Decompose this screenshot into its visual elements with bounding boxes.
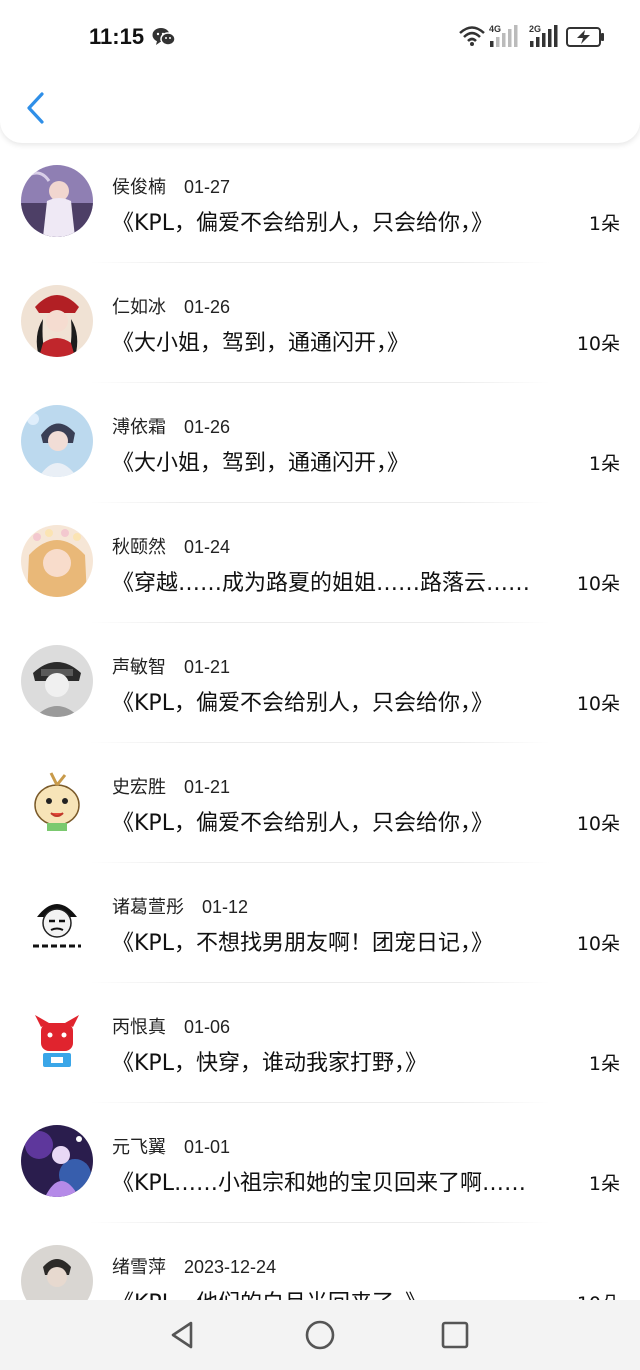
square-recents-icon — [441, 1321, 469, 1349]
gift-date: 01-12 — [202, 897, 249, 917]
wechat-icon — [152, 28, 176, 46]
gift-date: 01-21 — [184, 657, 231, 677]
list-item[interactable]: 溥依霜 01-26 《大小姐，驾到，通通闪开，》 1朵 — [0, 383, 640, 503]
triangle-back-icon — [171, 1321, 193, 1349]
book-title[interactable]: 《KPL，偏爱不会给别人，只会给你，》 — [112, 205, 572, 237]
gift-date: 01-26 — [184, 297, 231, 317]
back-button[interactable] — [18, 86, 54, 130]
nav-back-button[interactable] — [166, 1318, 200, 1352]
gift-date: 01-27 — [184, 177, 231, 197]
book-title[interactable]: 《穿越……成为路夏的姐姐……路落云…… — [112, 565, 572, 597]
gift-date: 01-01 — [184, 1137, 231, 1157]
signal-icon — [530, 25, 558, 47]
flower-count: 1朵 — [588, 453, 620, 475]
avatar[interactable] — [21, 885, 93, 957]
user-name: 溥依霜 — [112, 417, 166, 438]
book-title[interactable]: 《KPL，快穿，谁动我家打野，》 — [112, 1045, 572, 1077]
list-item[interactable]: 秋颐然 01-24 《穿越……成为路夏的姐姐……路落云…… 10朵 — [0, 503, 640, 623]
list-item[interactable]: 声敏智 01-21 《KPL，偏爱不会给别人，只会给你，》 10朵 — [0, 623, 640, 743]
flower-count: 10朵 — [576, 693, 620, 715]
circle-home-icon — [305, 1320, 335, 1350]
gift-date: 2023-12-24 — [184, 1257, 277, 1277]
avatar[interactable] — [21, 1005, 93, 1077]
user-name: 诸葛萱彤 — [112, 897, 184, 918]
flower-count: 10朵 — [576, 933, 620, 955]
avatar[interactable] — [21, 165, 93, 237]
chevron-left-icon — [27, 92, 44, 124]
book-title[interactable]: 《KPL，不想找男朋友啊！团宠日记，》 — [112, 925, 572, 957]
book-title[interactable]: 《大小姐，驾到，通通闪开，》 — [112, 445, 572, 477]
list-item[interactable]: 史宏胜 01-21 《KPL，偏爱不会给别人，只会给你，》 10朵 — [0, 743, 640, 863]
book-title[interactable]: 《KPL，偏爱不会给别人，只会给你，》 — [112, 805, 572, 837]
avatar[interactable] — [21, 285, 93, 357]
user-name: 丙恨真 — [112, 1017, 166, 1038]
list-item[interactable]: 丙恨真 01-06 《KPL，快穿，谁动我家打野，》 1朵 — [0, 983, 640, 1103]
avatar[interactable] — [21, 525, 93, 597]
flower-count: 1朵 — [588, 213, 620, 235]
user-name: 秋颐然 — [112, 537, 166, 558]
nav-home-button[interactable] — [303, 1318, 337, 1352]
gift-date: 01-21 — [184, 777, 231, 797]
book-title[interactable]: 《大小姐，驾到，通通闪开，》 — [112, 325, 572, 357]
flower-count: 10朵 — [576, 573, 620, 595]
gift-date: 01-24 — [184, 537, 231, 557]
book-title[interactable]: 《KPL……小祖宗和她的宝贝回来了啊…… — [112, 1165, 572, 1197]
flower-count: 10朵 — [576, 333, 620, 355]
user-name: 史宏胜 — [112, 777, 166, 798]
list-item[interactable]: 诸葛萱彤 01-12 《KPL，不想找男朋友啊！团宠日记，》 10朵 — [0, 863, 640, 983]
list-item[interactable]: 仁如冰 01-26 《大小姐，驾到，通通闪开，》 10朵 — [0, 263, 640, 383]
list-item[interactable]: 侯俊楠 01-27 《KPL，偏爱不会给别人，只会给你，》 1朵 — [0, 143, 640, 263]
wifi-icon — [459, 26, 485, 46]
avatar[interactable] — [21, 1125, 93, 1197]
nav-recents-button[interactable] — [438, 1318, 472, 1352]
gift-date: 01-26 — [184, 417, 231, 437]
status-time: 11:15 — [89, 24, 145, 49]
avatar[interactable] — [21, 765, 93, 837]
user-name: 仁如冰 — [112, 297, 166, 318]
user-name: 绪雪萍 — [112, 1257, 166, 1278]
flower-gift-list: 侯俊楠 01-27 《KPL，偏爱不会给别人，只会给你，》 1朵 仁如冰 01-26… — [0, 143, 640, 1343]
app-header: 11:15 4G 2G — [0, 0, 640, 143]
book-title[interactable]: 《KPL，偏爱不会给别人，只会给你，》 — [112, 685, 572, 717]
gift-date: 01-06 — [184, 1017, 231, 1037]
avatar[interactable] — [21, 645, 93, 717]
user-name: 侯俊楠 — [112, 177, 166, 198]
user-name: 元飞翼 — [112, 1137, 166, 1158]
flower-count: 1朵 — [588, 1053, 620, 1075]
user-name: 声敏智 — [112, 657, 166, 678]
system-navigation-bar — [0, 1300, 640, 1370]
battery-charging-icon — [566, 27, 604, 47]
flower-count: 10朵 — [576, 813, 620, 835]
list-item[interactable]: 元飞翼 01-01 《KPL……小祖宗和她的宝贝回来了啊…… 1朵 — [0, 1103, 640, 1223]
signal-icon — [490, 25, 518, 47]
status-bar: 11:15 4G 2G — [0, 0, 640, 76]
flower-count: 1朵 — [588, 1173, 620, 1195]
avatar[interactable] — [21, 405, 93, 477]
